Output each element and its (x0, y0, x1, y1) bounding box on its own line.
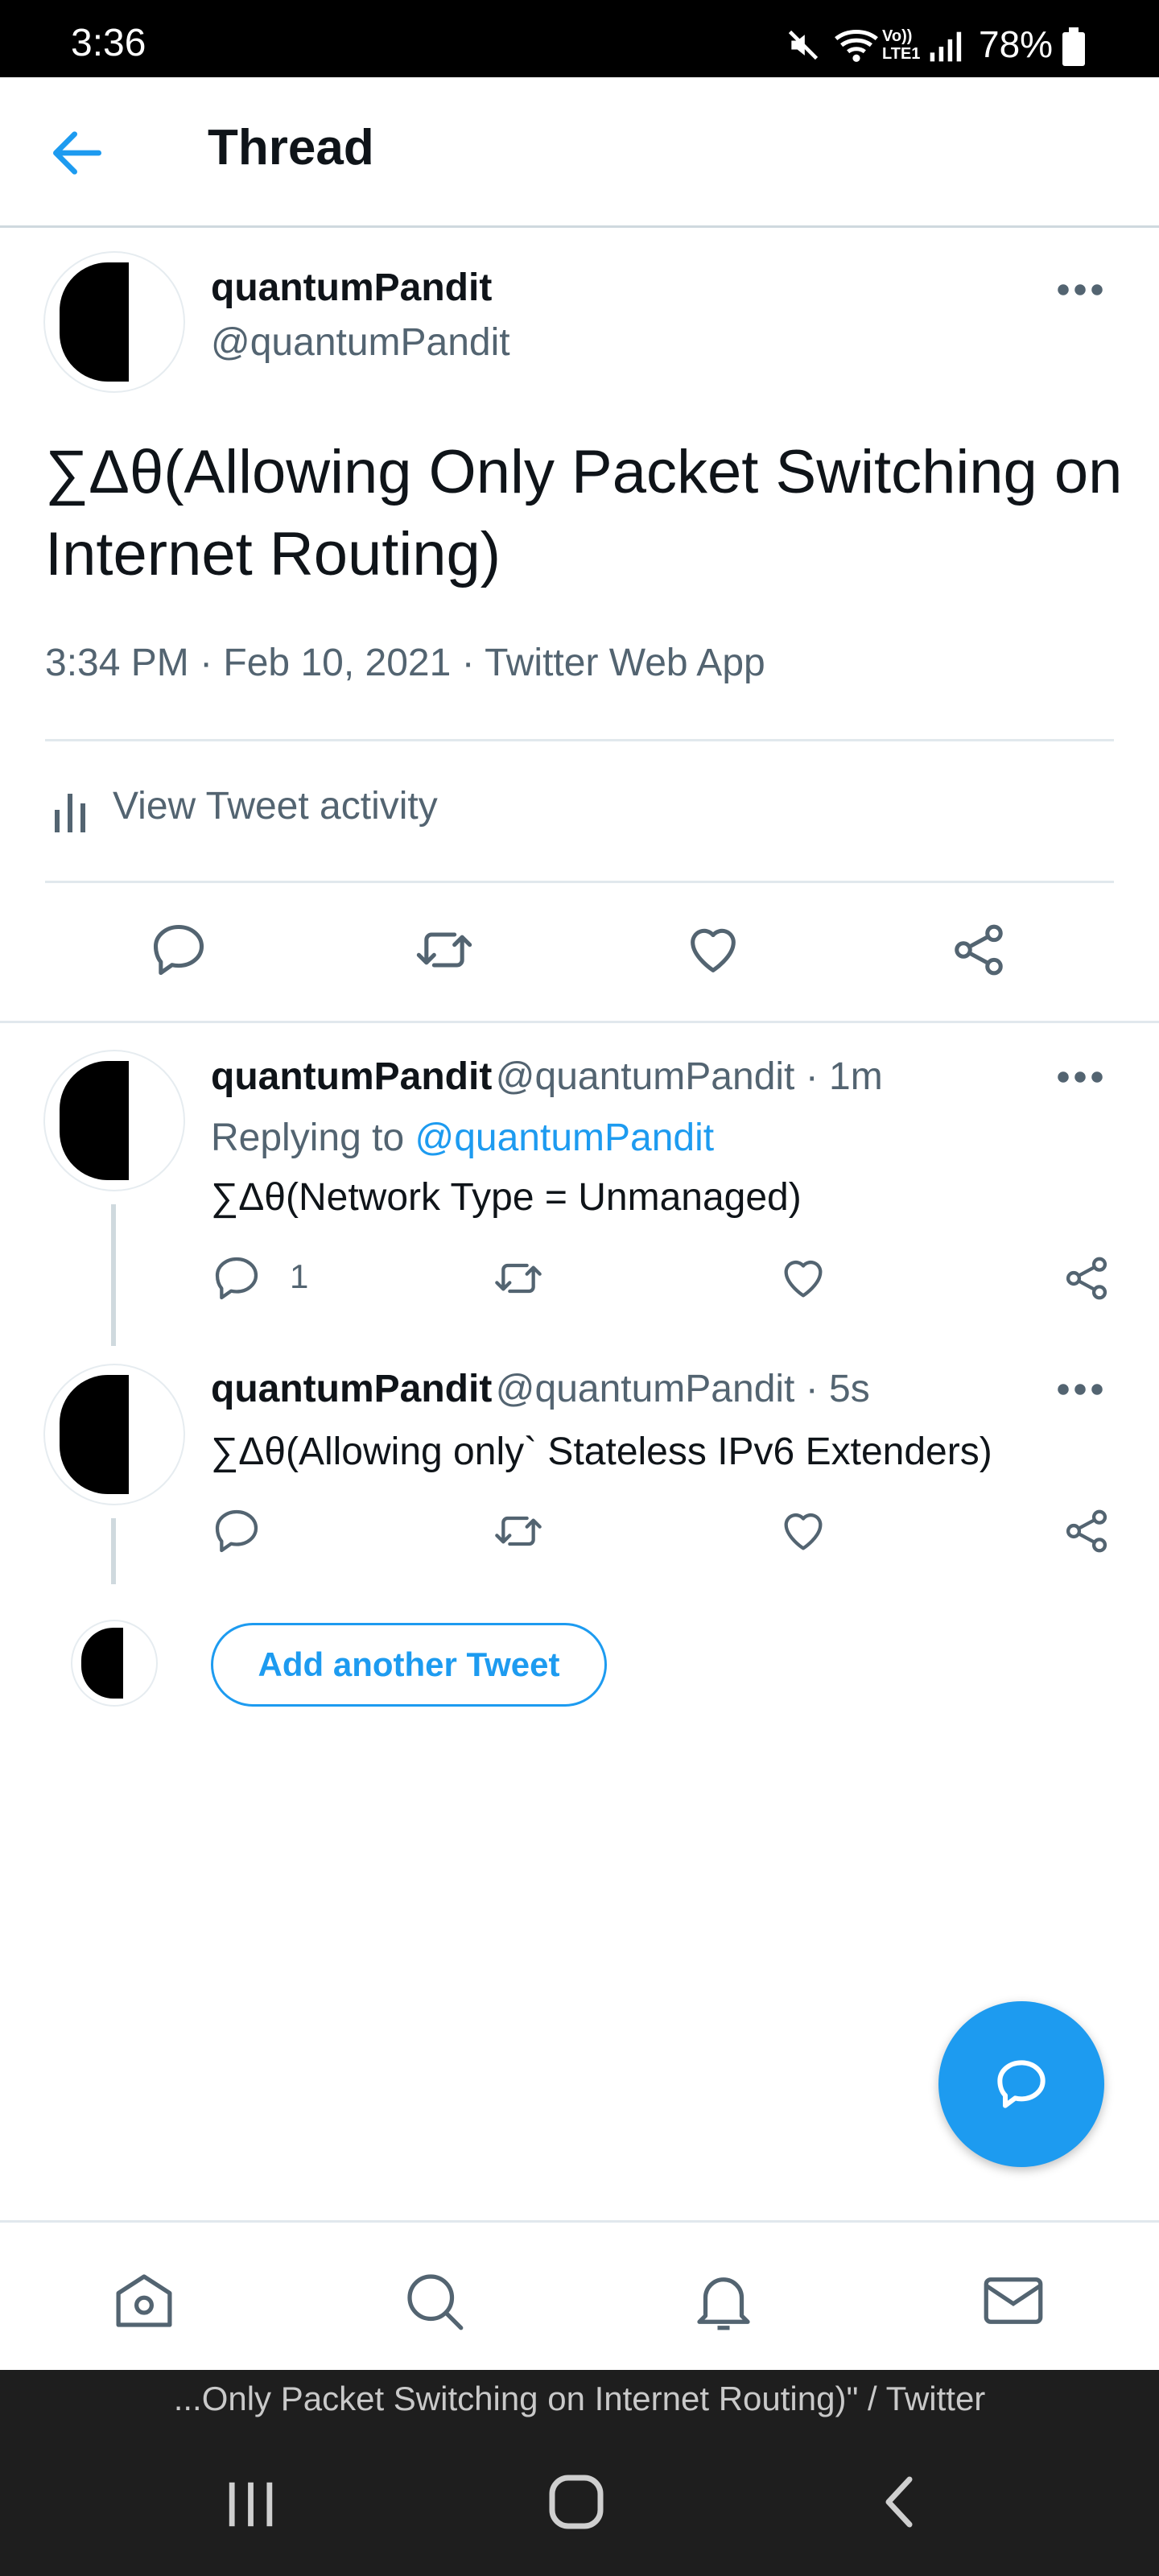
like-button[interactable] (683, 919, 744, 980)
thread-line (111, 1518, 116, 1584)
home-button[interactable] (544, 2470, 608, 2534)
view-tweet-activity-link[interactable]: View Tweet activity (113, 784, 438, 828)
wifi-icon (834, 26, 879, 66)
replying-to-label: Replying to (211, 1117, 415, 1159)
author-name[interactable]: quantumPandit (211, 266, 492, 310)
divider (0, 1021, 1159, 1023)
reply-text: ∑Δθ(Network Type = Unmanaged) (211, 1176, 802, 1219)
reply-button[interactable] (148, 919, 209, 980)
share-button[interactable] (1061, 1505, 1112, 1557)
avatar[interactable] (45, 1051, 184, 1190)
mail-icon[interactable] (977, 2264, 1050, 2337)
avatar[interactable] (45, 1365, 184, 1504)
mute-icon (786, 27, 821, 63)
reply-header: quantumPandit @quantumPandit · 1m (211, 1055, 883, 1099)
reply-text: ∑Δθ(Allowing only` Stateless IPv6 Extend… (211, 1430, 992, 1473)
compose-icon (997, 2060, 1046, 2108)
author-handle-time[interactable]: @quantumPandit · 5s (496, 1368, 870, 1410)
author-name[interactable]: quantumPandit (211, 1055, 492, 1098)
battery-icon (1062, 27, 1085, 66)
replying-to-handle[interactable]: @quantumPandit (415, 1117, 714, 1159)
page-title: Thread (208, 120, 374, 175)
bell-icon[interactable] (687, 2264, 760, 2337)
header: Thread (0, 77, 1159, 228)
bar-chart-icon (52, 787, 90, 836)
share-button[interactable] (948, 919, 1009, 980)
retweet-button[interactable] (493, 1505, 544, 1557)
volte-icon: Vo)) LTE1 (882, 27, 921, 63)
author-handle[interactable]: @quantumPandit (211, 320, 510, 365)
retweet-button[interactable] (493, 1253, 544, 1304)
signal-icon (927, 29, 963, 64)
replying-to: Replying to @quantumPandit (211, 1116, 714, 1160)
bottom-nav (0, 2220, 1159, 2372)
author-handle-time[interactable]: @quantumPandit · 1m (496, 1055, 883, 1098)
reply-count: 1 (290, 1257, 309, 1295)
like-button[interactable] (777, 1253, 829, 1304)
reply-button[interactable] (211, 1505, 262, 1557)
share-button[interactable] (1061, 1253, 1112, 1304)
reply-header: quantumPandit @quantumPandit · 5s (211, 1367, 870, 1411)
status-time: 3:36 (71, 22, 146, 64)
search-icon[interactable] (398, 2264, 470, 2337)
more-options-button[interactable] (1056, 270, 1120, 311)
more-options-button[interactable] (1056, 1063, 1120, 1095)
avatar (72, 1621, 156, 1705)
recent-apps-button[interactable] (219, 2476, 283, 2533)
status-bar: 3:36 Vo)) LTE1 78% (0, 0, 1159, 77)
divider (45, 739, 1114, 741)
tweet-text: ∑Δθ(Allowing Only Packet Switching on In… (45, 438, 1123, 588)
avatar[interactable] (45, 253, 184, 391)
thread-line (111, 1204, 116, 1346)
home-icon[interactable] (108, 2264, 180, 2337)
author-name[interactable]: quantumPandit (211, 1368, 492, 1410)
add-another-tweet-button[interactable]: Add another Tweet (211, 1623, 607, 1707)
back-nav-button[interactable] (869, 2470, 934, 2534)
reply-button[interactable] (211, 1253, 262, 1304)
divider (45, 881, 1114, 883)
browser-page-title: ...Only Packet Switching on Internet Rou… (173, 2380, 986, 2417)
tweet-meta: 3:34 PM · Feb 10, 2021 · Twitter Web App (45, 642, 765, 684)
like-button[interactable] (777, 1505, 829, 1557)
more-options-button[interactable] (1056, 1375, 1120, 1407)
back-button[interactable] (45, 121, 126, 185)
retweet-button[interactable] (414, 919, 475, 980)
battery-percent: 78% (979, 23, 1054, 65)
compose-button[interactable] (938, 2001, 1104, 2167)
